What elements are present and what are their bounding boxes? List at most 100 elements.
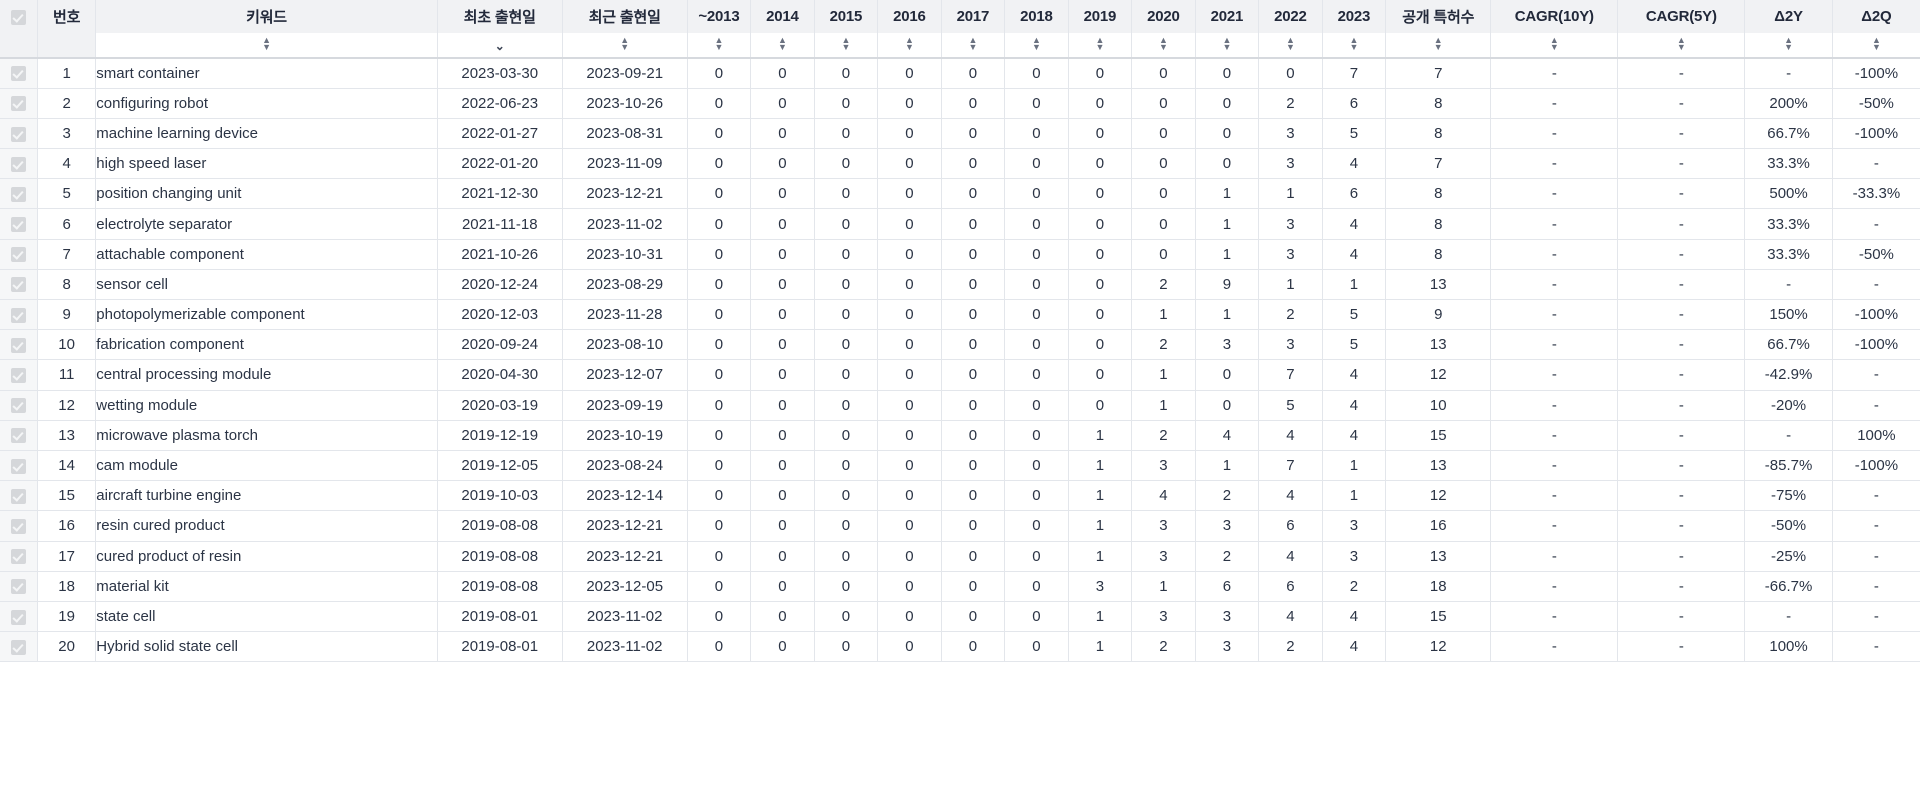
table-row[interactable]: 13 microwave plasma torch 2019-12-19 2023-1… [0, 420, 1920, 451]
row-checkbox[interactable] [10, 579, 26, 595]
sort-toggle-y2021[interactable]: ▲ ▼ [1195, 33, 1260, 59]
sort-toggle-y2015[interactable]: ▲ ▼ [814, 33, 879, 59]
sort-updown-icon[interactable]: ▲ ▼ [1095, 36, 1104, 52]
column-header-y2021[interactable]: 2021 [1195, 0, 1260, 33]
row-checkbox[interactable] [10, 337, 26, 353]
sort-down-icon[interactable]: ⌄ [495, 40, 505, 52]
column-header-y2018[interactable]: 2018 [1004, 0, 1069, 33]
column-header-y2023[interactable]: 2023 [1322, 0, 1387, 33]
sort-toggle-y2013[interactable]: ▲ ▼ [687, 33, 752, 59]
sort-toggle-y2017[interactable]: ▲ ▼ [941, 33, 1006, 59]
row-checkbox[interactable] [10, 458, 26, 474]
row-checkbox[interactable] [10, 66, 26, 82]
column-header-y2020[interactable]: 2020 [1131, 0, 1196, 33]
table-row[interactable]: 4 high speed laser 2022-01-20 2023-11-09 0 0 0… [0, 148, 1920, 180]
column-header-delta2q[interactable]: Δ2Q [1832, 0, 1920, 33]
row-checkbox-cell[interactable] [0, 601, 38, 633]
row-checkbox-cell[interactable] [0, 88, 38, 119]
sort-updown-icon[interactable]: ▲ ▼ [1434, 36, 1443, 52]
column-header-total-patents[interactable]: 공개 특허수 [1385, 0, 1492, 33]
column-header-y2015[interactable]: 2015 [814, 0, 879, 33]
row-checkbox[interactable] [10, 126, 26, 142]
row-checkbox[interactable] [10, 186, 26, 202]
table-row[interactable]: 19 state cell 2019-08-01 2023-11-02 0 0 0 0 0 0 1 3… [0, 601, 1920, 633]
column-header-cagr10y[interactable]: CAGR(10Y) [1490, 0, 1619, 33]
row-checkbox-cell[interactable] [0, 510, 38, 542]
row-checkbox-cell[interactable] [0, 329, 38, 361]
table-row[interactable]: 6 electrolyte separator 2021-11-18 2023-11-… [0, 208, 1920, 240]
select-all-checkbox[interactable] [10, 9, 26, 25]
row-checkbox-cell[interactable] [0, 571, 38, 602]
sort-toggle-keyword[interactable]: ▲ ▼ [95, 33, 438, 59]
column-header-cagr5y[interactable]: CAGR(5Y) [1617, 0, 1746, 33]
column-header-y2014[interactable]: 2014 [750, 0, 815, 33]
sort-toggle-y2022[interactable]: ▲ ▼ [1258, 33, 1323, 59]
table-row[interactable]: 15 aircraft turbine engine 2019-10-03 2023-… [0, 480, 1920, 512]
sort-toggle-cagr10y[interactable]: ▲ ▼ [1490, 33, 1619, 59]
row-checkbox-cell[interactable] [0, 420, 38, 451]
row-checkbox-cell[interactable] [0, 118, 38, 150]
table-row[interactable]: 7 attachable component 2021-10-26 2023-10-3… [0, 239, 1920, 270]
table-row[interactable]: 12 wetting module 2020-03-19 2023-09-19 0 0 0 0… [0, 390, 1920, 421]
table-row[interactable]: 3 machine learning device 2022-01-27 2023-0… [0, 118, 1920, 150]
table-row[interactable]: 18 material kit 2019-08-08 2023-12-05 0 0 0 0 0 0… [0, 571, 1920, 602]
sort-toggle-last-date[interactable]: ▲ ▼ [562, 33, 688, 59]
row-checkbox[interactable] [10, 96, 26, 112]
sort-toggle-y2018[interactable]: ▲ ▼ [1004, 33, 1069, 59]
sort-toggle-y2019[interactable]: ▲ ▼ [1068, 33, 1133, 59]
table-row[interactable]: 20 Hybrid solid state cell 2019-08-01 2023-… [0, 631, 1920, 663]
sort-toggle-first-date[interactable]: ⌄ [437, 33, 563, 59]
row-checkbox-cell[interactable] [0, 631, 38, 663]
sort-updown-icon[interactable]: ▲ ▼ [1286, 36, 1295, 52]
row-checkbox-cell[interactable] [0, 299, 38, 331]
sort-toggle-delta2y[interactable]: ▲ ▼ [1744, 33, 1833, 59]
row-checkbox-cell[interactable] [0, 239, 38, 270]
column-header-last-date[interactable]: 최근 출현일 [562, 0, 688, 33]
table-row[interactable]: 16 resin cured product 2019-08-08 2023-12-2… [0, 510, 1920, 542]
row-checkbox[interactable] [10, 247, 26, 263]
row-checkbox[interactable] [10, 488, 26, 504]
row-checkbox-cell[interactable] [0, 450, 38, 482]
table-row[interactable]: 8 sensor cell 2020-12-24 2023-08-29 0 0 0 0 0 0 0 2… [0, 269, 1920, 301]
row-checkbox[interactable] [10, 609, 26, 625]
select-all-header-cell[interactable] [0, 0, 38, 33]
sort-updown-icon[interactable]: ▲ ▼ [1349, 36, 1358, 52]
row-checkbox-cell[interactable] [0, 541, 38, 572]
sort-updown-icon[interactable]: ▲ ▼ [1222, 36, 1231, 52]
column-header-keyword[interactable]: 키워드 [95, 0, 438, 33]
table-row[interactable]: 17 cured product of resin 2019-08-08 2023-1… [0, 541, 1920, 572]
row-checkbox-cell[interactable] [0, 148, 38, 180]
sort-toggle-cagr5y[interactable]: ▲ ▼ [1617, 33, 1746, 59]
column-header-y2017[interactable]: 2017 [941, 0, 1006, 33]
column-header-y2022[interactable]: 2022 [1258, 0, 1323, 33]
table-row[interactable]: 14 cam module 2019-12-05 2023-08-24 0 0 0 0 0 0 1 3… [0, 450, 1920, 482]
column-header-first-date[interactable]: 최초 출현일 [437, 0, 563, 33]
sort-updown-icon[interactable]: ▲ ▼ [1784, 36, 1793, 52]
row-checkbox-cell[interactable] [0, 178, 38, 210]
sort-updown-icon[interactable]: ▲ ▼ [905, 36, 914, 52]
sort-toggle-y2020[interactable]: ▲ ▼ [1131, 33, 1196, 59]
row-checkbox[interactable] [10, 368, 26, 383]
table-row[interactable]: 5 position changing unit 2021-12-30 2023-12… [0, 178, 1920, 210]
row-checkbox-cell[interactable] [0, 269, 38, 301]
sort-updown-icon[interactable]: ▲ ▼ [841, 36, 850, 52]
row-checkbox-cell[interactable] [0, 359, 38, 391]
sort-updown-icon[interactable]: ▲ ▼ [262, 36, 271, 52]
sort-updown-icon[interactable]: ▲ ▼ [968, 36, 977, 52]
column-header-y2013[interactable]: ~2013 [687, 0, 752, 33]
column-header-delta2y[interactable]: Δ2Y [1744, 0, 1833, 33]
row-checkbox-cell[interactable] [0, 58, 38, 89]
row-checkbox[interactable] [10, 307, 26, 323]
row-checkbox[interactable] [10, 277, 26, 293]
table-row[interactable]: 11 central processing module 2020-04-30 202… [0, 359, 1920, 391]
row-checkbox[interactable] [10, 428, 26, 444]
table-row[interactable]: 9 photopolymerizable component 2020-12-03 2… [0, 299, 1920, 331]
table-row[interactable]: 2 configuring robot 2022-06-23 2023-10-26 0 0… [0, 88, 1920, 119]
column-header-y2019[interactable]: 2019 [1068, 0, 1133, 33]
sort-updown-icon[interactable]: ▲ ▼ [1159, 36, 1168, 52]
row-checkbox[interactable] [10, 549, 26, 565]
sort-toggle-y2014[interactable]: ▲ ▼ [750, 33, 815, 59]
row-checkbox[interactable] [10, 639, 26, 655]
row-checkbox[interactable] [10, 217, 26, 233]
table-row[interactable]: 10 fabrication component 2020-09-24 2023-08… [0, 329, 1920, 361]
